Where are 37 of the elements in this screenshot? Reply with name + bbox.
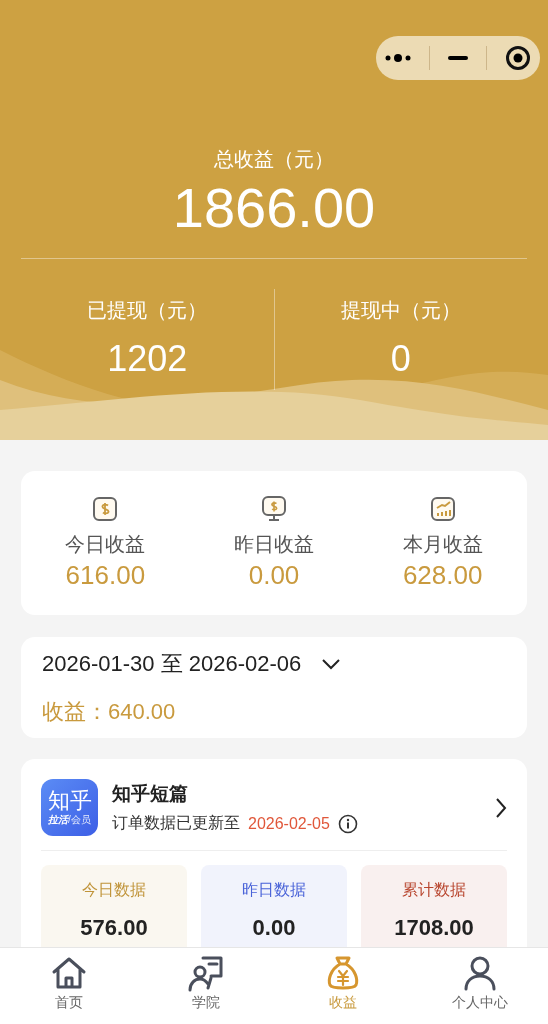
tab-label[interactable]: 学院 [191, 994, 220, 1012]
platform-logo: 知乎 拉活/会员 [41, 779, 98, 836]
update-text: 订单数据已更新至 [112, 813, 240, 833]
tile-label: 今日数据 [82, 880, 146, 900]
tile-value: 576.00 [80, 915, 148, 941]
info-icon[interactable] [337, 813, 358, 834]
summary-value: 0 [390, 338, 411, 381]
tab-label[interactable]: 个人中心 [451, 994, 508, 1012]
close-icon[interactable] [505, 45, 531, 71]
summary-label: 提现中（元） [340, 298, 461, 323]
chart-icon [428, 495, 457, 523]
summary-value: 1202 [107, 338, 188, 381]
stat-label: 今日收益 [65, 532, 146, 557]
stat-value: 0.00 [248, 560, 300, 591]
minimize-icon[interactable] [448, 55, 468, 61]
tile-label: 累计数据 [402, 880, 466, 900]
platform-name: 知乎短篇 [112, 782, 189, 806]
chevron-down-icon[interactable] [321, 657, 342, 670]
stat-value: 628.00 [402, 560, 483, 591]
summary-label: 已提现（元） [87, 298, 208, 323]
tab-label[interactable]: 首页 [54, 994, 83, 1012]
stat-value: 616.00 [65, 560, 146, 591]
academy-icon[interactable] [186, 954, 225, 992]
chevron-right-icon[interactable] [495, 796, 507, 819]
stat-label: 本月收益 [402, 532, 483, 557]
update-date: 2026-02-05 [248, 814, 330, 833]
more-icon[interactable] [385, 53, 411, 63]
stat-label: 昨日收益 [234, 532, 314, 557]
coin-icon [91, 495, 120, 523]
date-range[interactable]: 2026-01-30 至 2026-02-06 [42, 648, 302, 679]
monitor-icon [260, 495, 288, 523]
range-income: 收益：640.00 [42, 697, 177, 726]
tile-value: 1708.00 [394, 915, 474, 941]
total-value: 1866.00 [172, 175, 376, 240]
tile-label: 昨日数据 [242, 880, 306, 900]
tile-value: 0.00 [252, 915, 296, 941]
total-label: 总收益（元） [214, 147, 334, 172]
